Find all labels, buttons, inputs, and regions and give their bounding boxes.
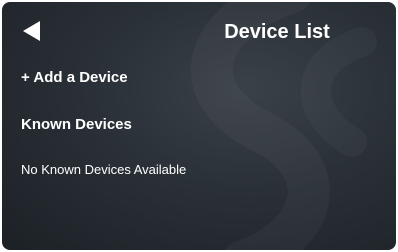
add-device-button[interactable]: + Add a Device	[21, 68, 128, 88]
back-button[interactable]	[22, 20, 42, 42]
no-devices-message: No Known Devices Available	[21, 162, 187, 177]
device-list-screen: Device List + Add a Device Known Devices…	[2, 2, 396, 250]
page-title: Device List	[224, 21, 330, 43]
known-devices-heading: Known Devices	[21, 116, 132, 133]
back-arrow-icon	[23, 21, 40, 41]
